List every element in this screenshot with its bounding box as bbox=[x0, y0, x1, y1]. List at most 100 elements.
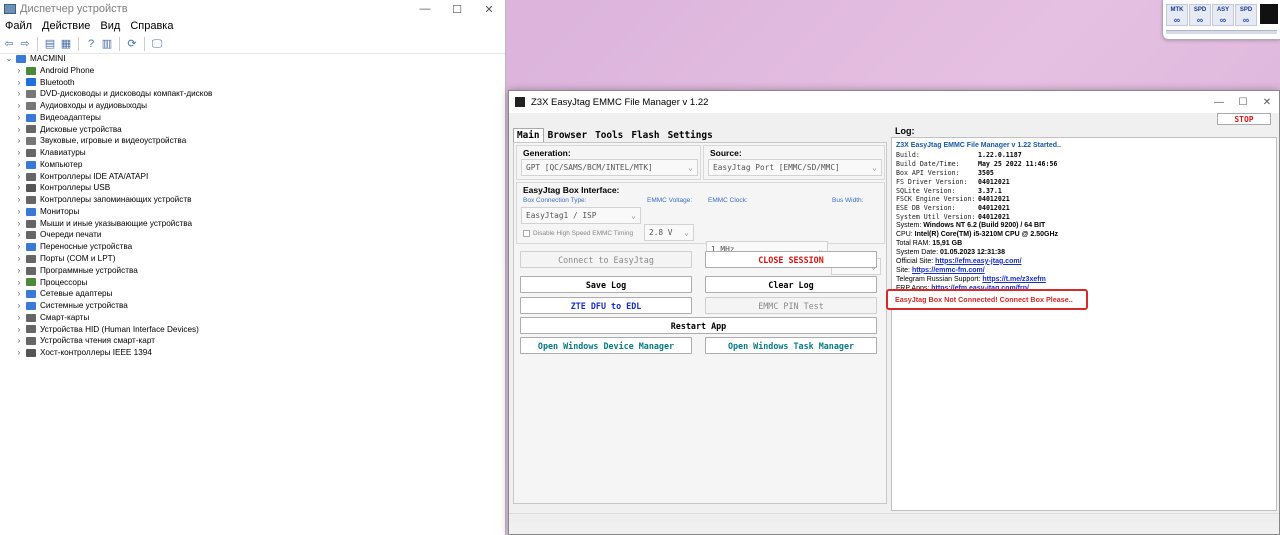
tree-item[interactable]: › Звуковые, игровые и видеоустройства bbox=[2, 135, 502, 147]
chevron-right-icon[interactable]: › bbox=[14, 147, 24, 159]
zte-dfu-button[interactable]: ZTE DFU to EDL bbox=[520, 297, 692, 314]
minimize-button[interactable]: — bbox=[409, 0, 441, 18]
tree-item[interactable]: › Дисковые устройства bbox=[2, 124, 502, 136]
tree-item[interactable]: › Bluetooth bbox=[2, 77, 502, 89]
spd2-tool-tile[interactable]: SPD ∞ bbox=[1235, 4, 1257, 26]
tree-item[interactable]: › Мониторы bbox=[2, 206, 502, 218]
show-hide-icon[interactable]: ▦ bbox=[59, 37, 73, 51]
menu-help[interactable]: Справка bbox=[125, 20, 178, 32]
maximize-button[interactable]: ☐ bbox=[1231, 91, 1255, 113]
chevron-right-icon[interactable]: › bbox=[14, 194, 24, 206]
close-button[interactable]: ✕ bbox=[473, 0, 505, 18]
close-session-button[interactable]: CLOSE SESSION bbox=[705, 251, 877, 268]
tree-item[interactable]: › DVD-дисководы и дисководы компакт-диско… bbox=[2, 88, 502, 100]
clear-log-button[interactable]: Clear Log bbox=[705, 276, 877, 293]
menu-action[interactable]: Действие bbox=[37, 20, 95, 32]
menu-view[interactable]: Вид bbox=[95, 20, 125, 32]
forward-icon[interactable]: ⇨ bbox=[18, 37, 32, 51]
tree-item[interactable]: › Устройства HID (Human Interface Devices… bbox=[2, 324, 502, 336]
generation-select[interactable]: GPT [QC/SAMS/BCM/INTEL/MTK] ⌄ bbox=[521, 159, 698, 176]
tree-item[interactable]: › Переносные устройства bbox=[2, 241, 502, 253]
chevron-right-icon[interactable]: › bbox=[14, 77, 24, 89]
back-icon[interactable]: ⇦ bbox=[2, 37, 16, 51]
help-icon[interactable]: ? bbox=[84, 37, 98, 51]
stop-button[interactable]: STOP bbox=[1217, 113, 1271, 125]
checkbox-box[interactable] bbox=[523, 230, 530, 237]
chevron-right-icon[interactable]: › bbox=[14, 159, 24, 171]
tree-item[interactable]: › Контроллеры IDE ATA/ATAPI bbox=[2, 171, 502, 183]
log-link[interactable]: https://efm.easy-jtag.com/ bbox=[935, 258, 1021, 265]
tree-item[interactable]: › Программные устройства bbox=[2, 265, 502, 277]
log-panel[interactable]: Z3X EasyJtag EMMC File Manager v 1.22 St… bbox=[891, 137, 1277, 511]
tree-item[interactable]: › Сетевые адаптеры bbox=[2, 288, 502, 300]
log-link[interactable]: https://t.me/z3xefm bbox=[982, 276, 1045, 283]
tree-item[interactable]: › Мыши и иные указывающие устройства bbox=[2, 218, 502, 230]
tree-item[interactable]: › Видеоадаптеры bbox=[2, 112, 502, 124]
chevron-right-icon[interactable]: › bbox=[14, 135, 24, 147]
tree-item[interactable]: › Процессоры bbox=[2, 277, 502, 289]
properties-icon[interactable]: ▤ bbox=[43, 37, 57, 51]
chevron-right-icon[interactable]: › bbox=[14, 300, 24, 312]
menu-file[interactable]: Файл bbox=[0, 20, 37, 32]
tab-settings[interactable]: Settings bbox=[664, 128, 717, 143]
chevron-right-icon[interactable]: › bbox=[14, 112, 24, 124]
spd-tool-tile[interactable]: SPD ∞ bbox=[1189, 4, 1211, 26]
connect-button[interactable]: Connect to EasyJtag bbox=[520, 251, 692, 268]
tree-item[interactable]: › Хост-контроллеры IEEE 1394 bbox=[2, 347, 502, 359]
chevron-right-icon[interactable]: › bbox=[14, 171, 24, 183]
chevron-right-icon[interactable]: › bbox=[14, 288, 24, 300]
tree-item[interactable]: › Аудиовходы и аудиовыходы bbox=[2, 100, 502, 112]
emmc-pin-test-button[interactable]: EMMC PIN Test bbox=[705, 297, 877, 314]
monitor-icon[interactable]: 🖵 bbox=[150, 37, 164, 51]
tree-item[interactable]: › Клавиатуры bbox=[2, 147, 502, 159]
tree-item[interactable]: › Компьютер bbox=[2, 159, 502, 171]
chevron-down-icon[interactable]: ⌄ bbox=[4, 53, 14, 65]
tree-item[interactable]: › Android Phone bbox=[2, 65, 502, 77]
minimize-button[interactable]: — bbox=[1207, 91, 1231, 113]
chevron-right-icon[interactable]: › bbox=[14, 65, 24, 77]
log-link[interactable]: https://emmc-fm.com/ bbox=[912, 267, 985, 274]
chevron-right-icon[interactable]: › bbox=[14, 253, 24, 265]
source-select[interactable]: EasyJtag Port [EMMC/SD/MMC] ⌄ bbox=[708, 159, 882, 176]
chevron-right-icon[interactable]: › bbox=[14, 324, 24, 336]
terminal-icon[interactable] bbox=[1260, 4, 1278, 24]
chevron-right-icon[interactable]: › bbox=[14, 182, 24, 194]
tab-main[interactable]: Main bbox=[513, 128, 544, 143]
tree-item[interactable]: › Смарт-карты bbox=[2, 312, 502, 324]
close-button[interactable]: ✕ bbox=[1255, 91, 1279, 113]
tree-item[interactable]: › Контроллеры USB bbox=[2, 182, 502, 194]
chevron-right-icon[interactable]: › bbox=[14, 218, 24, 230]
chevron-right-icon[interactable]: › bbox=[14, 124, 24, 136]
tree-item[interactable]: › Контроллеры запоминающих устройств bbox=[2, 194, 502, 206]
disable-high-speed-checkbox[interactable]: Disable High Speed EMMC Timing bbox=[523, 230, 633, 237]
save-log-button[interactable]: Save Log bbox=[520, 276, 692, 293]
chevron-right-icon[interactable]: › bbox=[14, 335, 24, 347]
chevron-right-icon[interactable]: › bbox=[14, 88, 24, 100]
tab-browser[interactable]: Browser bbox=[544, 128, 592, 143]
tab-tools[interactable]: Tools bbox=[591, 128, 627, 143]
tree-item[interactable]: › Порты (COM и LPT) bbox=[2, 253, 502, 265]
update-driver-icon[interactable]: ⟳ bbox=[125, 37, 139, 51]
asy-tool-tile[interactable]: ASY ∞ bbox=[1212, 4, 1234, 26]
mtk-tool-tile[interactable]: MTK ∞ bbox=[1166, 4, 1188, 26]
tree-item[interactable]: › Системные устройства bbox=[2, 300, 502, 312]
chevron-right-icon[interactable]: › bbox=[14, 229, 24, 241]
chevron-right-icon[interactable]: › bbox=[14, 312, 24, 324]
chevron-right-icon[interactable]: › bbox=[14, 100, 24, 112]
chevron-right-icon[interactable]: › bbox=[14, 241, 24, 253]
maximize-button[interactable]: ☐ bbox=[441, 0, 473, 18]
open-device-manager-button[interactable]: Open Windows Device Manager bbox=[520, 337, 692, 354]
tree-item[interactable]: › Очереди печати bbox=[2, 229, 502, 241]
voltage-select[interactable]: 2.8 V ⌄ bbox=[644, 224, 694, 241]
tab-flash[interactable]: Flash bbox=[627, 128, 663, 143]
connection-type-select[interactable]: EasyJtag1 / ISP ⌄ bbox=[521, 207, 641, 224]
open-task-manager-button[interactable]: Open Windows Task Manager bbox=[705, 337, 877, 354]
restart-app-button[interactable]: Restart App bbox=[520, 317, 877, 334]
tree-item[interactable]: › Устройства чтения смарт-карт bbox=[2, 335, 502, 347]
chevron-right-icon[interactable]: › bbox=[14, 265, 24, 277]
tree-root[interactable]: ⌄ MACMINI bbox=[2, 53, 502, 65]
chevron-right-icon[interactable]: › bbox=[14, 206, 24, 218]
chevron-right-icon[interactable]: › bbox=[14, 277, 24, 289]
list-icon[interactable]: ▥ bbox=[100, 37, 114, 51]
chevron-right-icon[interactable]: › bbox=[14, 347, 24, 359]
